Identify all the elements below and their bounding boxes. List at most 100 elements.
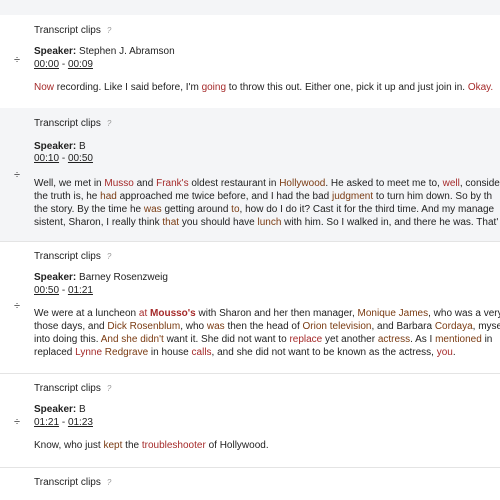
speaker-line: Speaker: Barney Rosenzweig: [34, 272, 168, 283]
clip-transcript-text: Well, we met in Musso and Frank's oldest…: [34, 177, 500, 229]
transcript-segment: oldest restaurant in: [188, 178, 280, 189]
transcript-clip[interactable]: Transcript clips? Speaker: B ÷ 01:21 - 0…: [0, 373, 500, 468]
highlighted-word[interactable]: didn't: [140, 334, 164, 345]
drag-handle-icon[interactable]: ÷: [12, 416, 22, 428]
help-icon[interactable]: ?: [107, 252, 111, 261]
highlighted-word[interactable]: she: [121, 334, 137, 345]
transcript-clip[interactable]: Transcript clips?: [0, 467, 500, 500]
highlighted-word[interactable]: kept: [103, 440, 122, 451]
highlighted-word[interactable]: troubleshooter: [142, 440, 206, 451]
clip-timestamps: 00:00 - 00:09: [34, 59, 93, 70]
end-time-link[interactable]: 00:09: [68, 59, 93, 70]
transcript-clip[interactable]: Transcript clips? Speaker: Stephen J. Ab…: [0, 15, 500, 109]
clip-section-label: Transcript clips: [34, 383, 101, 394]
highlighted-word[interactable]: calls: [192, 347, 212, 358]
highlighted-word[interactable]: Dick Rosenblum: [107, 321, 180, 332]
highlighted-word[interactable]: Frank's: [156, 178, 188, 189]
transcript-segment: and: [133, 178, 157, 189]
highlighted-word[interactable]: Okay.: [468, 82, 493, 93]
speaker-name: Barney Rosenzweig: [79, 272, 168, 283]
transcript-line: those days, and Dick Rosenblum, who was …: [34, 320, 500, 333]
speaker-name: B: [79, 404, 86, 415]
start-time-link[interactable]: 00:00: [34, 59, 59, 70]
highlighted-word[interactable]: Cordaya: [435, 321, 473, 332]
clip-timestamps: 00:10 - 00:50: [34, 153, 93, 164]
speaker-line: Speaker: B: [34, 404, 86, 415]
transcript-line: Well, we met in Musso and Frank's oldest…: [34, 177, 500, 190]
end-time-link[interactable]: 00:50: [68, 153, 93, 164]
highlighted-word[interactable]: actress: [378, 334, 410, 345]
clip-timestamps: 01:21 - 01:23: [34, 417, 93, 428]
highlighted-word[interactable]: was: [144, 204, 162, 215]
time-separator: -: [61, 153, 66, 164]
start-time-link[interactable]: 00:50: [34, 285, 59, 296]
speaker-line: Speaker: Stephen J. Abramson: [34, 46, 175, 57]
transcript-segment: . As I: [410, 334, 436, 345]
transcript-clip[interactable]: Transcript clips? Speaker: Barney Rosenz…: [0, 241, 500, 374]
transcript-segment: those days, and: [34, 321, 108, 332]
drag-handle-icon[interactable]: ÷: [12, 169, 22, 181]
highlighted-word[interactable]: that: [162, 217, 179, 228]
clip-section-label: Transcript clips: [34, 118, 101, 129]
highlighted-word[interactable]: judgment: [332, 191, 373, 202]
drag-handle-icon[interactable]: ÷: [12, 300, 22, 312]
transcript-line: into doing this. And she didn't want it.…: [34, 333, 500, 346]
drag-handle-icon[interactable]: ÷: [12, 54, 22, 66]
highlighted-word[interactable]: Hollywood: [279, 178, 325, 189]
transcript-segment: Know, who just: [34, 440, 104, 451]
highlighted-word[interactable]: Redgrave: [105, 347, 148, 358]
transcript-segment: , how do I do it? Cast it for the third …: [239, 204, 495, 215]
start-time-link[interactable]: 01:21: [34, 417, 59, 428]
transcript-segment: We were at a luncheon: [34, 308, 139, 319]
transcript-segment: , who was a very: [428, 308, 500, 319]
speaker-name: Stephen J. Abramson: [79, 46, 175, 57]
transcript-segment: approached me twice before, and I had th…: [116, 191, 332, 202]
help-icon[interactable]: ?: [107, 119, 111, 128]
transcript-segment: with Sharon and her then manager,: [195, 308, 358, 319]
speaker-label: Speaker:: [34, 404, 77, 415]
speaker-label: Speaker:: [34, 272, 77, 283]
highlighted-word[interactable]: lunch: [257, 217, 281, 228]
transcript-segment: want it. She did not want to: [163, 334, 290, 345]
transcript-segment: Well, we met in: [34, 178, 105, 189]
transcript-segment: in: [481, 334, 493, 345]
highlighted-word[interactable]: well: [443, 178, 460, 189]
highlighted-word[interactable]: Now: [34, 82, 54, 93]
transcript-clip[interactable]: Transcript clips? Speaker: B ÷ 00:10 - 0…: [0, 108, 500, 242]
highlighted-word[interactable]: you: [437, 347, 453, 358]
highlighted-word[interactable]: And: [101, 334, 119, 345]
end-time-link[interactable]: 01:23: [68, 417, 93, 428]
highlighted-word[interactable]: mentioned: [435, 334, 482, 345]
clip-header: Transcript clips?: [34, 25, 111, 36]
highlighted-word[interactable]: at: [139, 308, 147, 319]
transcript-line: the story. By the time he was getting ar…: [34, 203, 500, 216]
highlighted-word[interactable]: Lynne: [75, 347, 102, 358]
speaker-name: B: [79, 141, 86, 152]
highlighted-word[interactable]: Musso: [104, 178, 133, 189]
help-icon[interactable]: ?: [107, 478, 111, 487]
highlighted-word[interactable]: Orion television: [303, 321, 372, 332]
transcript-line: replaced Lynne Redgrave in house calls, …: [34, 346, 500, 359]
highlighted-word[interactable]: Monique James: [358, 308, 429, 319]
end-time-link[interactable]: 01:21: [68, 285, 93, 296]
clip-timestamps: 00:50 - 01:21: [34, 285, 93, 296]
highlighted-word[interactable]: Mousso's: [150, 308, 196, 319]
start-time-link[interactable]: 00:10: [34, 153, 59, 164]
clip-header: Transcript clips?: [34, 118, 111, 129]
clip-section-label: Transcript clips: [34, 477, 101, 488]
help-icon[interactable]: ?: [107, 384, 111, 393]
highlighted-word[interactable]: to: [231, 204, 239, 215]
highlighted-word[interactable]: had: [100, 191, 117, 202]
highlighted-word[interactable]: going: [202, 82, 226, 93]
help-icon[interactable]: ?: [107, 26, 111, 35]
highlighted-word[interactable]: was: [207, 321, 225, 332]
top-bar: [0, 0, 500, 15]
clip-section-label: Transcript clips: [34, 25, 101, 36]
speaker-label: Speaker:: [34, 141, 77, 152]
transcript-segment: , and she did not want to be known as th…: [211, 347, 437, 358]
clip-transcript-text: Know, who just kept the troubleshooter o…: [34, 439, 500, 452]
transcript-segment: to throw this out. Either one, pick it u…: [226, 82, 468, 93]
transcript-segment: then the head of: [224, 321, 303, 332]
highlighted-word[interactable]: replace: [289, 334, 322, 345]
time-separator: -: [61, 59, 66, 70]
